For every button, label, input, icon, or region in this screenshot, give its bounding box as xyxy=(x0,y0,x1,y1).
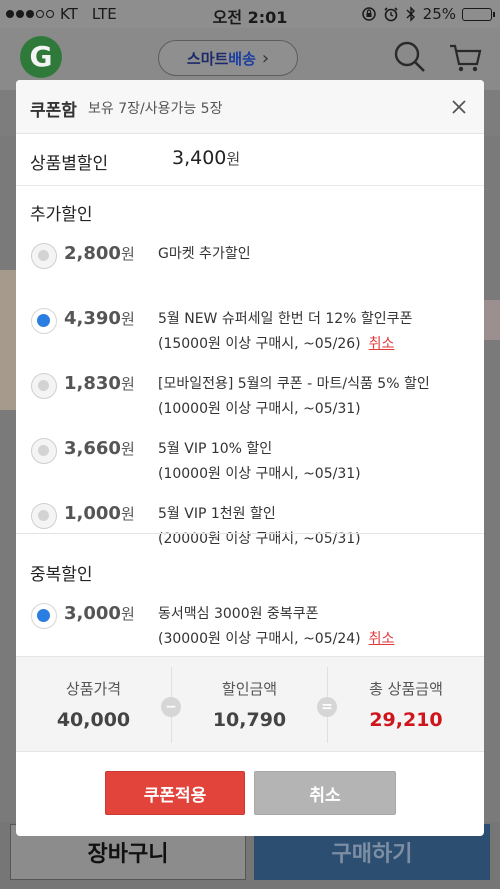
coupon-cancel-link[interactable]: 취소 xyxy=(369,631,395,647)
coupon-radio[interactable] xyxy=(31,373,57,399)
coupon-condition: (30000원 이상 구매시, ~05/24) 취소 xyxy=(158,628,394,648)
coupon-row[interactable]: 4,390원 5월 NEW 슈퍼세일 한번 더 12% 할인쿠폰 (15000원 이… xyxy=(16,302,484,362)
won-unit: 원 xyxy=(120,375,135,393)
summary-discount: 할인금액 10,790 xyxy=(172,657,327,753)
won-unit: 원 xyxy=(120,605,135,623)
coupon-amount: 2,800원 xyxy=(64,243,135,264)
coupon-modal: 쿠폰함 보유 7장/사용가능 5장 상품별할인 3,400원 추가할인 2,80… xyxy=(16,80,484,836)
coupon-condition: (15000원 이상 구매시, ~05/26) 취소 xyxy=(158,333,394,353)
won-unit: 원 xyxy=(120,245,135,263)
coupon-count: 보유 7장/사용가능 5장 xyxy=(88,101,223,117)
background-image-left xyxy=(0,270,16,410)
coupon-amount: 3,660원 xyxy=(64,438,135,459)
coupon-condition: (20000원 이상 구매시, ~05/31) xyxy=(158,528,361,548)
total-value: 29,210 xyxy=(369,709,443,731)
coupon-condition-text: (15000원 이상 구매시, ~05/26) xyxy=(158,336,361,352)
coupon-radio[interactable] xyxy=(31,603,57,629)
cancel-button[interactable]: 취소 xyxy=(254,771,396,815)
coupon-condition-text: (10000원 이상 구매시, ~05/31) xyxy=(158,401,361,417)
coupon-name: 5월 NEW 슈퍼세일 한번 더 12% 할인쿠폰 xyxy=(158,311,413,327)
won-unit: 원 xyxy=(120,310,135,328)
won-unit: 원 xyxy=(226,150,241,168)
search-icon[interactable] xyxy=(393,40,427,74)
smart-delivery-label-a: 스마트 xyxy=(186,49,229,68)
discount-label: 할인금액 xyxy=(221,680,278,698)
product-discount-label: 상품별할인 xyxy=(30,154,109,174)
coupon-row[interactable]: 2,800원 G마켓 추가할인 xyxy=(16,237,484,297)
gmarket-logo[interactable]: G xyxy=(20,36,62,78)
product-discount-value: 3,400 xyxy=(172,147,227,169)
background-image-right xyxy=(484,300,500,340)
price-value: 40,000 xyxy=(56,709,131,731)
apply-coupon-button[interactable]: 쿠폰적용 xyxy=(105,771,245,815)
modal-header: 쿠폰함 보유 7장/사용가능 5장 xyxy=(16,80,484,134)
coupon-amount: 1,000원 xyxy=(64,503,135,524)
coupon-amount-value: 2,800 xyxy=(64,243,121,264)
coupon-row[interactable]: 3,660원 5월 VIP 10% 할인 (10000원 이상 구매시, ~05/3… xyxy=(16,432,484,492)
coupon-name: 5월 VIP 10% 할인 xyxy=(158,441,273,457)
coupon-amount-value: 1,000 xyxy=(64,503,121,524)
status-bar: KT LTE 오전 2:01 25% xyxy=(0,0,500,28)
smart-delivery-button[interactable]: 스마트 배송 › xyxy=(158,40,298,76)
coupon-row[interactable]: 1,830원 [모바일전용] 5월의 쿠폰 - 마트/식품 5% 할인 (10000… xyxy=(16,367,484,427)
coupon-radio[interactable] xyxy=(31,438,57,464)
status-right: 25% xyxy=(361,5,495,23)
coupon-name: G마켓 추가할인 xyxy=(158,246,251,262)
alarm-icon xyxy=(384,7,398,22)
summary-price: 상품가격 40,000 xyxy=(16,657,171,753)
battery-icon xyxy=(462,7,495,21)
coupon-radio[interactable] xyxy=(31,243,57,269)
discount-value: 10,790 xyxy=(212,709,287,731)
coupon-condition: (10000원 이상 구매시, ~05/31) xyxy=(158,398,361,418)
chevron-right-icon: › xyxy=(261,47,270,69)
coupon-cancel-link[interactable]: 취소 xyxy=(369,336,395,352)
coupon-amount: 1,830원 xyxy=(64,373,135,394)
rotation-lock-icon xyxy=(361,7,376,21)
coupon-row[interactable]: 1,000원 5월 VIP 1천원 할인 (20000원 이상 구매시, ~05/3… xyxy=(16,497,484,557)
coupon-amount-value: 1,830 xyxy=(64,373,121,394)
modal-title: 쿠폰함 xyxy=(30,101,77,121)
won-unit: 원 xyxy=(120,440,135,458)
total-label: 총 상품금액 xyxy=(369,680,443,698)
extra-discount-title: 추가할인 xyxy=(30,205,93,225)
coupon-condition-text: (10000원 이상 구매시, ~05/31) xyxy=(158,466,361,482)
coupon-amount-value: 4,390 xyxy=(64,308,121,329)
coupon-row[interactable]: 3,000원 동서맥심 3000원 중복쿠폰 (30000원 이상 구매시, ~05… xyxy=(16,597,484,657)
coupon-radio[interactable] xyxy=(31,308,57,334)
coupon-name: 동서맥심 3000원 중복쿠폰 xyxy=(158,606,319,622)
product-discount-amount: 3,400원 xyxy=(172,147,240,169)
price-summary: 상품가격 40,000 − 할인금액 10,790 = 총 상품금액 29,21… xyxy=(16,656,484,752)
price-label: 상품가격 xyxy=(65,680,122,698)
bluetooth-icon xyxy=(406,6,415,22)
coupon-name: [모바일전용] 5월의 쿠폰 - 마트/식품 5% 할인 xyxy=(158,376,430,392)
coupon-amount: 3,000원 xyxy=(64,603,135,624)
coupon-name: 5월 VIP 1천원 할인 xyxy=(158,506,276,522)
coupon-condition-text: (30000원 이상 구매시, ~05/24) xyxy=(158,631,361,647)
coupon-radio[interactable] xyxy=(31,503,57,529)
section-divider xyxy=(16,533,484,534)
summary-total: 총 상품금액 29,210 xyxy=(328,657,484,753)
cart-icon[interactable] xyxy=(448,40,482,74)
coupon-condition: (10000원 이상 구매시, ~05/31) xyxy=(158,463,361,483)
coupon-amount-value: 3,000 xyxy=(64,603,121,624)
product-discount-row: 상품별할인 3,400원 xyxy=(16,134,484,186)
close-icon[interactable] xyxy=(448,96,470,118)
duplicate-discount-title: 중복할인 xyxy=(30,565,93,585)
coupon-amount-value: 3,660 xyxy=(64,438,121,459)
smart-delivery-label-b: 배송 xyxy=(228,49,256,68)
won-unit: 원 xyxy=(120,505,135,523)
battery-percent: 25% xyxy=(422,5,456,23)
coupon-amount: 4,390원 xyxy=(64,308,135,329)
